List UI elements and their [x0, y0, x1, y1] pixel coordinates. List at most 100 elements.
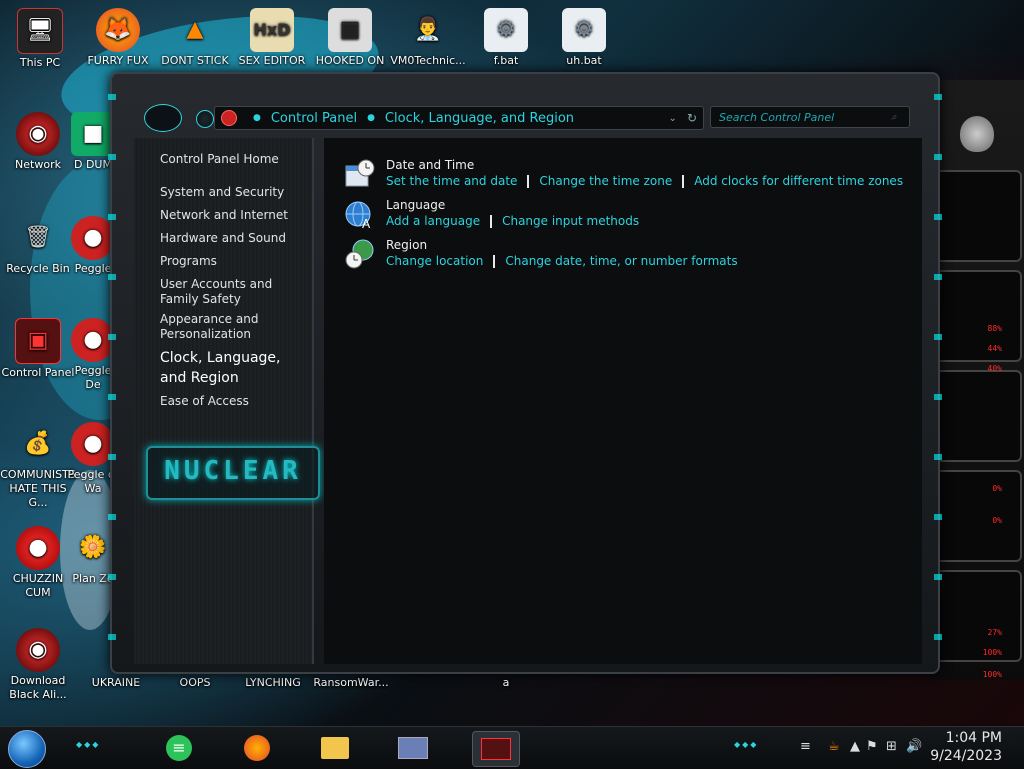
taskbar-firefox[interactable] — [240, 731, 274, 765]
system-clock[interactable]: 1:04 PM 9/24/2023 — [930, 729, 1002, 765]
java-icon[interactable]: ☕ — [828, 739, 840, 754]
nav-ease-of-access[interactable]: Ease of Access — [160, 394, 310, 409]
window-frame-decoration — [934, 94, 942, 654]
nav-control-panel-home[interactable]: Control Panel Home — [160, 152, 310, 167]
category-content: Date and Time Set the time and date Chang… — [324, 138, 922, 664]
nav-programs[interactable]: Programs — [160, 254, 310, 269]
desktop-icon-hooked-on[interactable]: ▦ HOOKED ON — [312, 8, 388, 68]
desktop-icon-label: Recycle Bin — [6, 262, 70, 275]
widget-block — [934, 370, 1022, 462]
refresh-icon[interactable]: ↻ — [687, 111, 697, 125]
desktop-icon-f-bat[interactable]: ⚙ f.bat — [468, 8, 544, 68]
desktop-icon-dont-stick[interactable]: ▲ DONT STICK — [157, 8, 233, 68]
link-add-language[interactable]: Add a language — [386, 214, 480, 228]
link-change-input-methods[interactable]: Change input methods — [502, 214, 639, 228]
desktop-icon-label: uh.bat — [566, 54, 602, 67]
recycle-bin-icon: 🗑 — [24, 225, 52, 250]
doctor-icon: 👨‍⚕️ — [414, 17, 442, 42]
desktop-icon-label: CHUZZIN CUM — [12, 572, 64, 599]
link-change-formats[interactable]: Change date, time, or number formats — [505, 254, 737, 268]
window-app-icon — [398, 737, 428, 759]
start-button[interactable] — [8, 730, 46, 768]
readout: 27% — [987, 628, 1002, 637]
desktop-icon-label: Download Black Ali... — [9, 674, 67, 701]
volume-icon[interactable]: 🔊 — [906, 739, 922, 754]
breadcrumb-separator-icon: ● — [367, 113, 375, 123]
address-dropdown-icon[interactable]: ⌄ — [669, 113, 677, 124]
link-change-time-zone[interactable]: Change the time zone — [539, 174, 672, 188]
desktop-icon-black-ali[interactable]: ◉ Download Black Ali... — [0, 628, 76, 702]
desktop-icon-ukraine[interactable]: UKRAINE — [78, 676, 154, 690]
readout: 44% — [987, 344, 1002, 353]
taskbar-file-explorer[interactable] — [318, 731, 352, 765]
network-icon[interactable]: ⊞ — [886, 739, 897, 754]
globe-clock-icon — [344, 238, 376, 270]
globe-language-icon: A — [344, 198, 376, 231]
computer-icon: 🖥 — [17, 8, 63, 54]
link-change-location[interactable]: Change location — [386, 254, 483, 268]
desktop-icon-control-panel[interactable]: ▣ Control Panel — [0, 318, 76, 380]
desktop-icon-furry-fux[interactable]: 🦊 FURRY FUX — [80, 8, 156, 68]
action-center-flag-icon[interactable]: ⚑ — [866, 739, 878, 754]
link-set-time-date[interactable]: Set the time and date — [386, 174, 517, 188]
breadcrumb-clock-language-region[interactable]: Clock, Language, and Region — [385, 111, 574, 126]
widget-block — [934, 170, 1022, 262]
nav-appearance[interactable]: Appearance and Personalization — [160, 312, 310, 342]
address-bar[interactable]: ● Control Panel ● Clock, Language, and R… — [214, 106, 704, 130]
clock-date: 9/24/2023 — [930, 748, 1002, 764]
readout: 88% — [987, 324, 1002, 333]
taskbar-notes-app[interactable]: ≡ — [162, 731, 196, 765]
taskbar: ◆◆◆ ≡ ◆◆◆ ≡ ☕ ▲ ⚑ ⊞ 🔊 1:04 PM 9/24/2023 — [0, 726, 1024, 769]
category-links: Change location Change date, time, or num… — [386, 254, 738, 268]
readout: 100% — [982, 670, 1002, 679]
category-title[interactable]: Language — [386, 198, 445, 212]
tray-menu-icon[interactable]: ≡ — [800, 739, 811, 754]
desktop-icon-label: OOPS — [179, 676, 211, 689]
nav-user-accounts[interactable]: User Accounts and Family Safety — [160, 277, 310, 307]
link-separator — [682, 175, 685, 188]
system-monitor-widget: 88% 44% 40% 0% 0% 27% 100% 100% — [930, 80, 1024, 680]
taskbar-app-window[interactable] — [396, 731, 430, 765]
desktop-icon-ransomwar[interactable]: RansomWar... — [313, 676, 389, 690]
desktop-icon-network[interactable]: ◉ Network — [0, 112, 76, 172]
breadcrumb-control-panel[interactable]: Control Panel — [271, 111, 357, 126]
nav-hardware-and-sound[interactable]: Hardware and Sound — [160, 231, 310, 246]
desktop-icon-oops[interactable]: OOPS — [157, 676, 233, 690]
desktop-icon-sex-editor[interactable]: HxD SEX EDITOR — [234, 8, 310, 68]
back-forward-nav[interactable] — [144, 104, 182, 132]
category-title[interactable]: Date and Time — [386, 158, 474, 172]
desktop-icon-chuzzin[interactable]: ● CHUZZIN CUM — [0, 526, 76, 600]
category-title[interactable]: Region — [386, 238, 427, 252]
desktop-icon-lynching[interactable]: LYNCHING — [235, 676, 311, 690]
window-frame-decoration — [108, 94, 116, 654]
nav-clock-language-region[interactable]: Clock, Language, and Region — [160, 348, 310, 388]
batch-file-icon: ⚙ — [484, 8, 528, 52]
firefox-icon — [244, 735, 270, 761]
link-add-clocks[interactable]: Add clocks for different time zones — [694, 174, 903, 188]
desktop-icon-label: a — [502, 676, 510, 689]
desktop-icon-recycle-bin[interactable]: 🗑 Recycle Bin — [0, 216, 76, 276]
alien-head-icon — [960, 116, 994, 152]
firefox-icon: 🦊 — [96, 8, 140, 52]
taskbar-control-panel[interactable] — [472, 731, 520, 767]
nav-system-and-security[interactable]: System and Security — [160, 185, 310, 200]
search-input[interactable] — [717, 109, 891, 125]
nav-network-and-internet[interactable]: Network and Internet — [160, 208, 310, 223]
widget-block — [934, 570, 1022, 662]
desktop-icon-vm0technic[interactable]: 👨‍⚕️ VM0Technic... — [390, 8, 466, 68]
notes-app-icon: ≡ — [166, 735, 192, 761]
cpl-location-icon — [221, 110, 237, 126]
desktop-icon-a[interactable]: a — [468, 676, 544, 690]
search-box[interactable]: ⌕ — [710, 106, 910, 128]
desktop-icon-label: VM0Technic... — [390, 54, 466, 67]
desktop-icon-this-pc[interactable]: 🖥 This PC — [2, 8, 78, 70]
desktop-icon-label: Control Panel — [1, 366, 75, 379]
hex-editor-icon: HxD — [250, 8, 294, 52]
widget-block — [934, 270, 1022, 362]
link-separator — [527, 175, 530, 188]
search-icon[interactable]: ⌕ — [891, 112, 897, 123]
show-hidden-icons-icon[interactable]: ▲ — [850, 739, 860, 754]
recent-pages-button[interactable] — [196, 110, 214, 128]
desktop-icon-communists[interactable]: 💰 COMMUNISTS HATE THIS G... — [0, 422, 76, 510]
desktop-icon-uh-bat[interactable]: ⚙ uh.bat — [546, 8, 622, 68]
